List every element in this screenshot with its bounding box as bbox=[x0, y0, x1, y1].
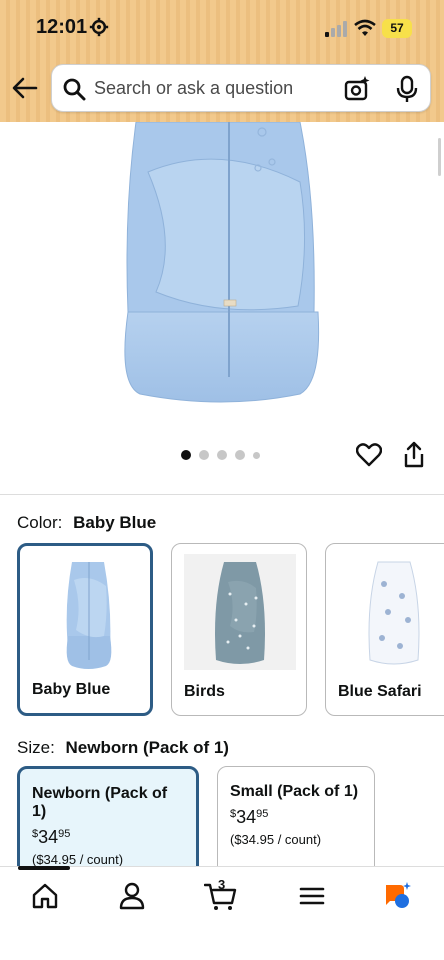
color-label: Color: bbox=[17, 513, 63, 532]
header-bar: 12:01 57 Search or ask a question bbox=[0, 0, 444, 122]
price-fraction: 95 bbox=[58, 828, 71, 840]
size-label: Size: bbox=[17, 738, 55, 757]
baby-blue-thumbnail bbox=[66, 562, 112, 669]
carousel-dot[interactable] bbox=[199, 450, 209, 460]
microphone-icon[interactable] bbox=[396, 75, 418, 103]
signal-icon bbox=[325, 21, 347, 37]
product-image[interactable] bbox=[0, 122, 444, 442]
size-option-small[interactable]: Small (Pack of 1) $3495 ($34.95 / count) bbox=[217, 766, 375, 876]
rufus-icon[interactable] bbox=[382, 881, 412, 911]
price-fraction: 95 bbox=[256, 808, 269, 820]
birds-thumbnail bbox=[184, 554, 296, 670]
color-option-birds[interactable]: Birds bbox=[171, 543, 307, 716]
size-option-title: Small (Pack of 1) bbox=[230, 783, 359, 800]
home-icon[interactable] bbox=[30, 881, 60, 911]
color-option-name: Birds bbox=[184, 683, 225, 700]
selected-color: Baby Blue bbox=[73, 513, 157, 532]
back-arrow-icon[interactable] bbox=[12, 76, 38, 100]
active-tab-indicator bbox=[18, 866, 70, 870]
search-bar[interactable]: Search or ask a question bbox=[51, 64, 431, 112]
gear-icon bbox=[89, 17, 109, 37]
color-option-name: Baby Blue bbox=[32, 681, 111, 698]
bottom-navigation: 3 bbox=[0, 866, 444, 960]
section-divider bbox=[0, 494, 444, 495]
menu-icon[interactable] bbox=[297, 881, 327, 911]
size-option-price: $3495 bbox=[32, 827, 184, 848]
color-swatches: Baby Blue Birds Blue Safari bbox=[17, 543, 444, 719]
status-bar: 12:01 57 bbox=[0, 0, 444, 58]
price-whole: 34 bbox=[236, 807, 257, 827]
unit-price: ($34.95 / count) bbox=[32, 852, 124, 867]
status-time: 12:01 bbox=[36, 16, 88, 38]
color-option-baby-blue[interactable]: Baby Blue bbox=[17, 543, 153, 716]
carousel-dots[interactable] bbox=[181, 450, 260, 460]
search-icon bbox=[63, 78, 86, 101]
share-icon[interactable] bbox=[402, 441, 426, 469]
color-option-blue-safari[interactable]: Blue Safari bbox=[325, 543, 444, 716]
size-option-price: $3495 bbox=[230, 807, 362, 828]
scroll-indicator bbox=[438, 138, 441, 176]
size-options: Newborn (Pack of 1) $3495 ($34.95 / coun… bbox=[17, 766, 444, 876]
carousel-dot[interactable] bbox=[181, 450, 191, 460]
wifi-icon bbox=[354, 19, 376, 36]
cart-count: 3 bbox=[218, 877, 226, 892]
size-label-row: Size: Newborn (Pack of 1) bbox=[17, 738, 229, 758]
heart-icon[interactable] bbox=[356, 442, 382, 468]
account-icon[interactable] bbox=[117, 881, 147, 911]
carousel-dot[interactable] bbox=[217, 450, 227, 460]
blue-safari-thumbnail bbox=[368, 561, 420, 665]
color-label-row: Color: Baby Blue bbox=[17, 513, 156, 533]
unit-price: ($34.95 / count) bbox=[230, 832, 322, 847]
selected-size: Newborn (Pack of 1) bbox=[65, 738, 229, 757]
carousel-dot[interactable] bbox=[253, 451, 260, 459]
carousel-dot[interactable] bbox=[235, 450, 245, 460]
battery-level: 57 bbox=[390, 21, 404, 35]
size-option-title: Newborn (Pack of 1) bbox=[32, 785, 168, 820]
color-option-name: Blue Safari bbox=[338, 683, 422, 700]
search-input[interactable]: Search or ask a question bbox=[94, 78, 293, 99]
price-whole: 34 bbox=[38, 827, 59, 847]
battery-indicator: 57 bbox=[382, 19, 412, 38]
size-option-newborn[interactable]: Newborn (Pack of 1) $3495 ($34.95 / coun… bbox=[17, 766, 199, 876]
camera-icon[interactable] bbox=[343, 75, 371, 103]
